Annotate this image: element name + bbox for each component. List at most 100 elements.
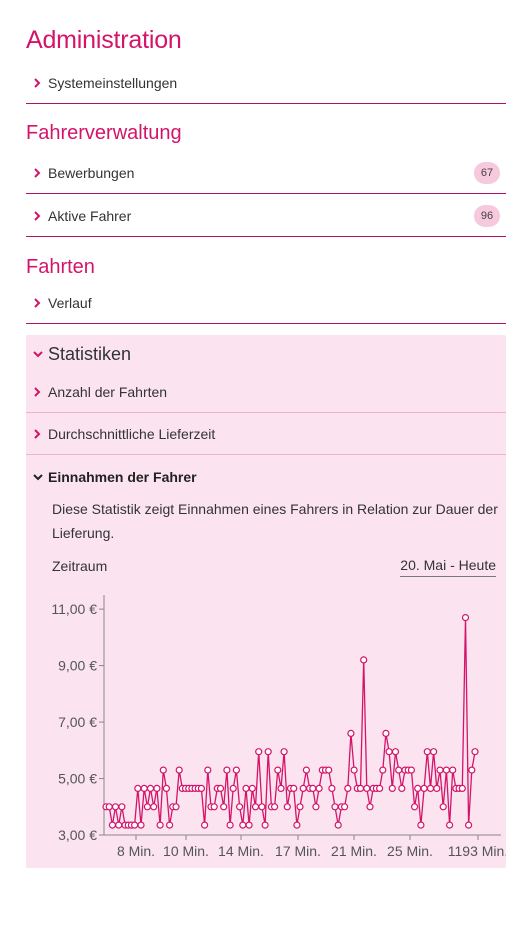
stat-item-lieferzeit[interactable]: Durchschnittliche Lieferzeit xyxy=(26,413,506,455)
y-tick-label: 7,00 € xyxy=(58,714,97,730)
data-point xyxy=(449,766,457,774)
data-point xyxy=(140,784,148,792)
x-tick-label: 8 Min. xyxy=(117,843,155,859)
y-tick-label: 11,00 € xyxy=(51,601,97,617)
data-point xyxy=(426,784,435,792)
data-point xyxy=(236,803,244,811)
data-point xyxy=(471,748,479,756)
stat-item-label: Anzahl der Fahrten xyxy=(48,383,168,400)
data-point xyxy=(111,803,120,811)
data-point xyxy=(328,784,336,792)
nav-item-bewerbungen[interactable]: Bewerbungen 67 xyxy=(26,152,506,194)
data-point xyxy=(442,766,450,774)
range-select[interactable]: 20. Mai - Heute xyxy=(400,557,496,577)
data-point xyxy=(130,821,139,829)
stat-item-anzahl-fahrten[interactable]: Anzahl der Fahrten xyxy=(26,371,506,413)
data-point xyxy=(312,803,320,811)
stat-item-einnahmen[interactable]: Einnahmen der Fahrer xyxy=(26,457,506,497)
data-point xyxy=(239,821,247,829)
y-tick-label: 9,00 € xyxy=(58,658,97,674)
nav-item-aktive-fahrer[interactable]: Aktive Fahrer 96 xyxy=(26,195,506,237)
nav-item-label: Verlauf xyxy=(48,294,92,311)
data-point xyxy=(216,784,225,792)
data-point xyxy=(137,821,145,829)
x-tick-label: 14 Min. xyxy=(218,843,264,859)
data-point xyxy=(344,784,352,792)
data-point xyxy=(465,821,473,829)
chevron-right-icon xyxy=(26,210,48,221)
trips-heading: Fahrten xyxy=(26,256,95,278)
data-point xyxy=(360,656,368,664)
nav-item-verlauf[interactable]: Verlauf xyxy=(26,282,506,324)
data-point xyxy=(420,784,428,792)
data-point xyxy=(395,766,403,774)
data-point xyxy=(166,821,174,829)
data-point xyxy=(293,821,301,829)
data-point xyxy=(274,766,282,774)
data-point xyxy=(398,784,406,792)
data-point xyxy=(242,784,250,792)
nav-item-systemeinstellungen[interactable]: Systemeinstellungen xyxy=(26,62,506,104)
statistics-toggle[interactable]: Statistiken xyxy=(26,335,506,373)
data-point xyxy=(271,803,279,811)
data-point xyxy=(226,821,234,829)
data-point xyxy=(255,748,263,756)
data-point xyxy=(331,803,339,811)
data-point xyxy=(458,784,466,792)
data-point xyxy=(197,784,205,792)
data-point xyxy=(309,784,317,792)
statistics-panel: Statistiken Anzahl der Fahrten Durchschn… xyxy=(26,335,506,868)
data-point xyxy=(159,766,167,774)
data-point xyxy=(251,803,260,811)
data-point xyxy=(115,821,123,829)
chevron-down-icon xyxy=(26,350,48,358)
nav-item-label: Systemeinstellungen xyxy=(48,74,178,91)
data-point xyxy=(290,784,298,792)
data-point xyxy=(417,821,425,829)
drivers-heading: Fahrerverwaltung xyxy=(26,122,182,144)
data-point xyxy=(162,784,170,792)
data-point xyxy=(302,766,310,774)
data-point xyxy=(175,766,183,774)
data-point xyxy=(315,784,323,792)
series-line xyxy=(106,617,476,826)
chevron-down-icon xyxy=(26,473,48,481)
earnings-chart: 3,00 € 5,00 € 7,00 € 9,00 € 11,00 € 8 Min. 10 … xyxy=(51,595,506,859)
admin-heading: Administration xyxy=(26,26,182,54)
data-point xyxy=(423,748,431,756)
data-point xyxy=(232,766,240,774)
data-point xyxy=(258,803,266,811)
data-point xyxy=(105,803,113,811)
x-tick-label: 1193 Min. xyxy=(448,843,506,859)
data-point xyxy=(204,766,212,774)
stat-description: Diese Statistik zeigt Einnahmen eines Fa… xyxy=(52,501,498,541)
chevron-right-icon xyxy=(26,386,48,397)
data-point xyxy=(366,803,374,811)
data-point xyxy=(264,748,272,756)
data-point xyxy=(385,748,393,756)
x-tick-label: 21 Min. xyxy=(331,843,377,859)
data-point xyxy=(468,766,476,774)
data-point xyxy=(379,766,387,774)
stat-item-label: Einnahmen der Fahrer xyxy=(48,469,197,485)
data-point xyxy=(347,729,355,737)
data-point xyxy=(433,784,441,792)
data-point xyxy=(229,784,237,792)
chevron-right-icon xyxy=(26,77,48,88)
data-point xyxy=(248,784,256,792)
data-point xyxy=(280,748,288,756)
x-tick-label: 25 Min. xyxy=(387,843,433,859)
range-label: Zeitraum xyxy=(52,558,108,574)
y-tick-label: 5,00 € xyxy=(58,771,97,787)
data-point xyxy=(134,784,142,792)
y-tick-label: 3,00 € xyxy=(58,827,97,843)
data-point xyxy=(325,766,333,774)
data-point xyxy=(388,784,396,792)
data-point xyxy=(245,821,253,829)
data-point xyxy=(299,784,307,792)
data-point xyxy=(220,803,228,811)
data-point xyxy=(296,803,304,811)
x-tick-label: 17 Min. xyxy=(275,843,321,859)
data-point xyxy=(153,784,161,792)
data-point xyxy=(430,748,438,756)
